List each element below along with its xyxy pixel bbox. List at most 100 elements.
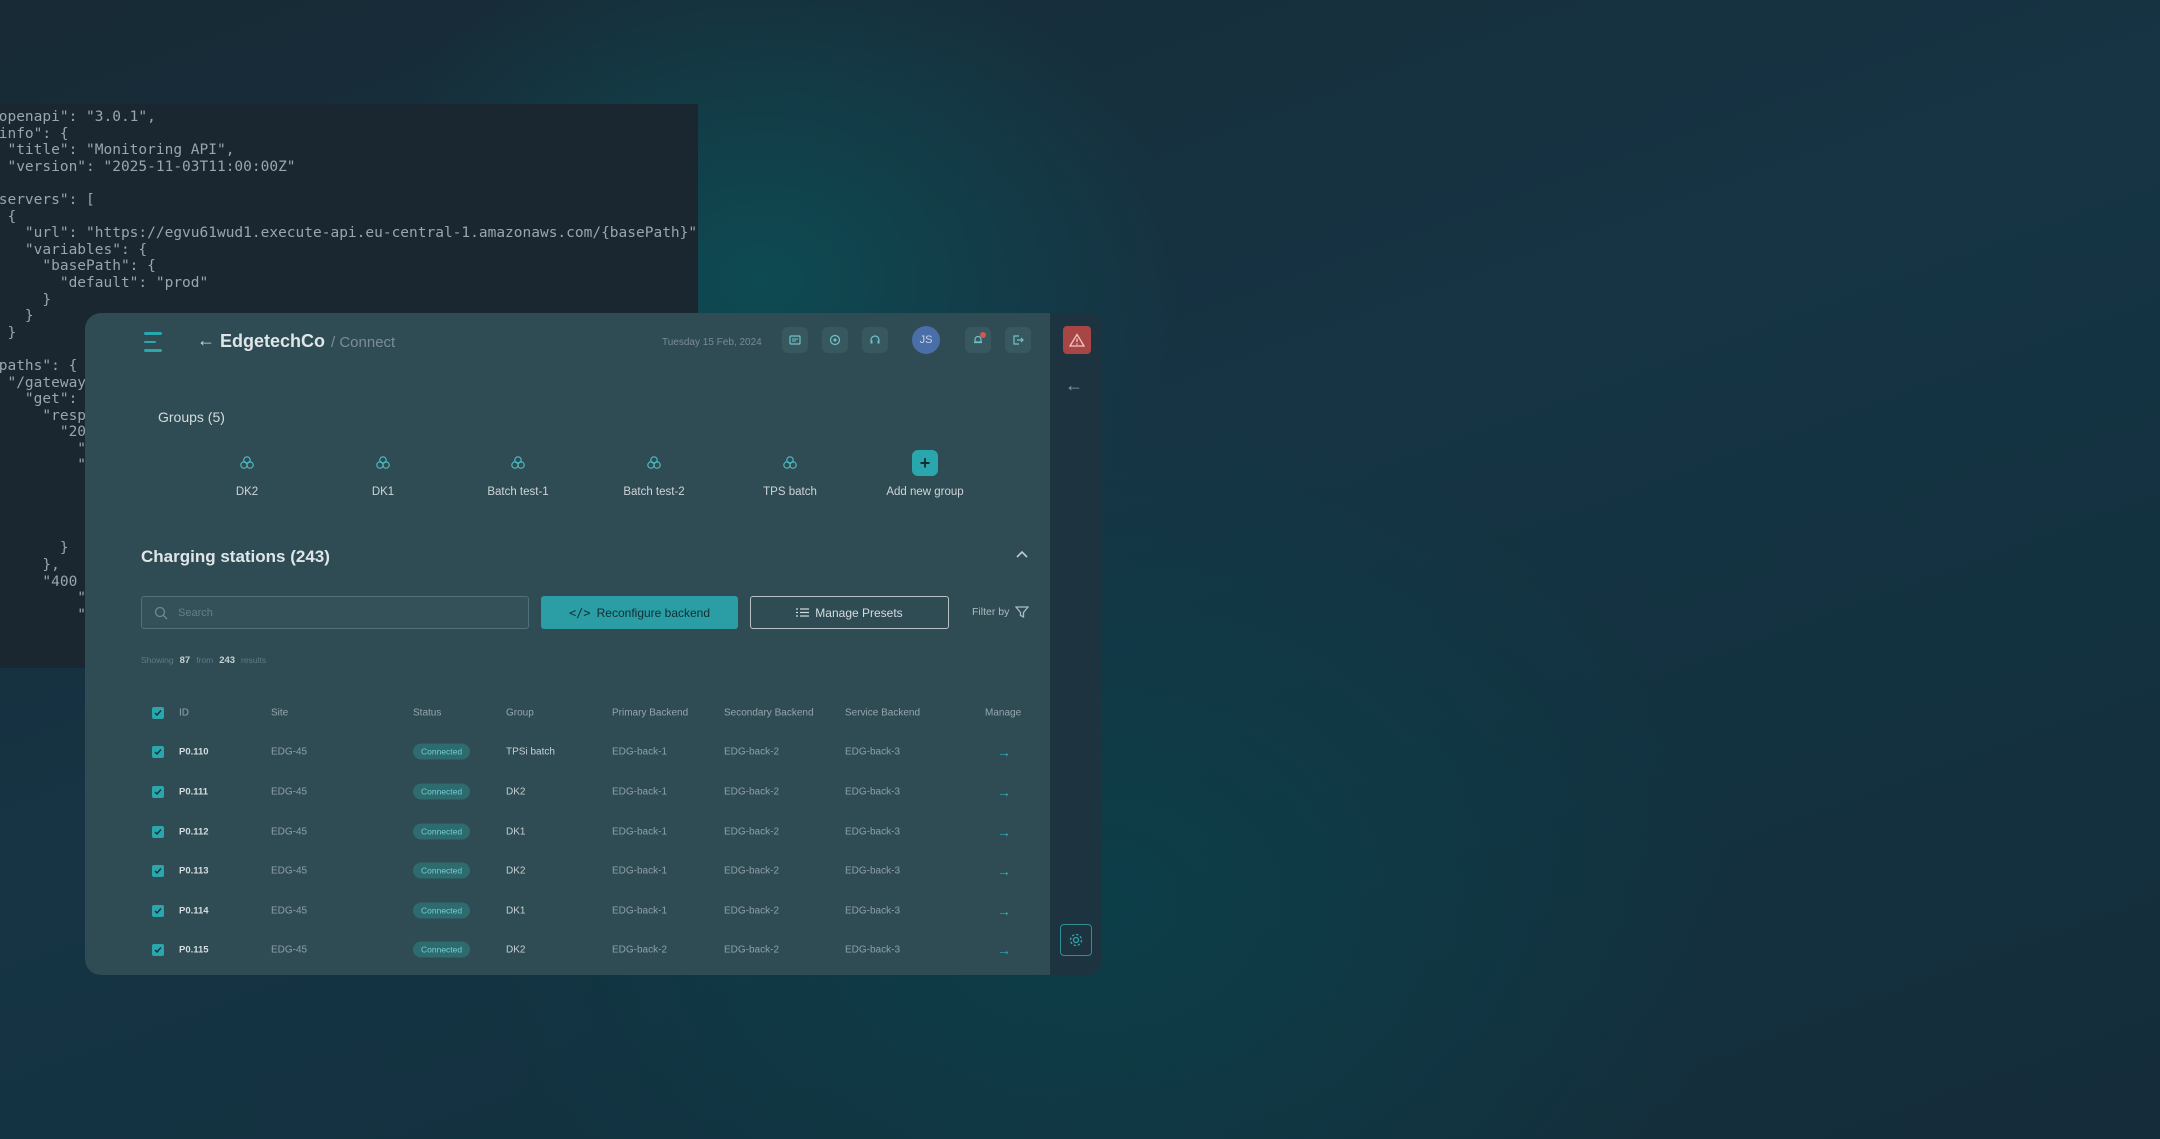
reconfigure-backend-button[interactable]: </> Reconfigure backend — [541, 596, 738, 629]
primary-backend: EDG-back-2 — [612, 944, 668, 956]
secondary-backend: EDG-back-2 — [724, 786, 780, 798]
header-secondary-backend[interactable]: Secondary Backend — [724, 707, 814, 718]
manage-arrow-icon[interactable]: → — [997, 942, 1011, 958]
group-label: DK2 — [235, 486, 259, 498]
search-input[interactable] — [176, 605, 510, 620]
row-checkbox[interactable] — [152, 785, 164, 798]
row-checkbox[interactable] — [152, 944, 164, 957]
primary-backend: EDG-back-1 — [612, 746, 668, 758]
status-badge: Connected — [413, 862, 471, 879]
station-group: DK2 — [506, 944, 526, 956]
manage-arrow-icon[interactable]: → — [997, 824, 1011, 840]
secondary-backend: EDG-back-2 — [724, 746, 780, 758]
table-row[interactable]: P0.110 EDG-45 Connected TPSi batch EDG-back-… — [141, 733, 1021, 773]
table-row[interactable]: P0.114 EDG-45 Connected DK1 EDG-back-1 EDG-ba… — [141, 891, 1021, 931]
target-icon[interactable] — [822, 327, 848, 353]
manage-arrow-icon[interactable]: → — [997, 863, 1011, 879]
station-id: P0.111 — [179, 786, 209, 798]
row-checkbox[interactable] — [152, 746, 164, 759]
results-summary: Showing 87 from 243 results — [141, 655, 266, 666]
service-backend: EDG-back-3 — [845, 944, 901, 956]
group-item[interactable]: DK1 — [323, 450, 443, 498]
status-badge: Connected — [413, 743, 471, 760]
back-arrow-icon[interactable]: ← — [197, 330, 215, 351]
status-badge-label: Connected — [413, 823, 471, 840]
table-row[interactable]: P0.115 EDG-45 Connected DK2 EDG-back-2 EDG-ba… — [141, 931, 1021, 971]
group-label: Batch test-1 — [487, 486, 549, 498]
station-group: DK1 — [506, 826, 526, 838]
showing-total: 243 — [219, 655, 236, 666]
group-icon — [641, 450, 667, 476]
row-checkbox[interactable] — [152, 825, 164, 838]
status-badge-label: Connected — [413, 862, 471, 879]
primary-backend: EDG-back-1 — [612, 786, 668, 798]
add-group-button[interactable]: + Add new group — [865, 450, 985, 498]
logout-icon[interactable] — [1005, 327, 1031, 353]
service-backend: EDG-back-3 — [845, 865, 901, 877]
row-checkbox[interactable] — [152, 865, 164, 878]
group-item[interactable]: DK2 — [187, 450, 307, 498]
manage-arrow-icon[interactable]: → — [997, 784, 1011, 800]
showing-count: 87 — [179, 655, 191, 666]
manage-arrow-icon[interactable]: → — [997, 903, 1011, 919]
header-service-backend[interactable]: Service Backend — [845, 707, 920, 718]
station-site: EDG-45 — [271, 826, 308, 838]
avatar[interactable]: JS — [912, 326, 940, 354]
search-icon — [154, 606, 168, 619]
station-site: EDG-45 — [271, 944, 308, 956]
list-icon — [796, 608, 810, 617]
table-row[interactable]: P0.111 EDG-45 Connected DK2 EDG-back-1 EDG-ba… — [141, 772, 1021, 812]
group-label: DK1 — [371, 486, 395, 498]
header-manage: Manage — [985, 707, 1022, 719]
filter-button[interactable]: Filter by — [972, 605, 1030, 619]
station-group: TPSi batch — [506, 746, 555, 758]
arrow-left-icon[interactable]: ← — [1065, 375, 1083, 396]
chevron-up-icon[interactable] — [1015, 546, 1029, 564]
service-backend: EDG-back-3 — [845, 746, 901, 758]
station-site: EDG-45 — [271, 746, 308, 758]
manage-presets-button[interactable]: Manage Presets — [750, 596, 949, 629]
status-badge-label: Connected — [413, 902, 471, 919]
group-item[interactable]: Batch test-2 — [594, 450, 714, 498]
status-badge-label: Connected — [413, 783, 471, 800]
table-row[interactable]: P0.112 EDG-45 Connected DK1 EDG-back-1 EDG-ba… — [141, 812, 1021, 852]
header-id[interactable]: ID — [179, 707, 189, 718]
select-all-checkbox[interactable] — [152, 706, 164, 719]
showing-prefix: Showing — [141, 655, 174, 665]
group-item[interactable]: TPS batch — [730, 450, 850, 498]
warning-triangle-icon[interactable] — [1063, 326, 1091, 354]
primary-backend: EDG-back-1 — [612, 865, 668, 877]
header-primary-backend[interactable]: Primary Backend — [612, 707, 688, 718]
side-rail: ← — [1050, 313, 1102, 975]
header-status[interactable]: Status — [413, 707, 441, 718]
notification-dot — [980, 332, 986, 338]
manage-arrow-icon[interactable]: → — [997, 744, 1011, 760]
plus-icon: + — [912, 450, 938, 476]
station-id: P0.114 — [179, 905, 209, 917]
table-row[interactable]: P0.113 EDG-45 Connected DK2 EDG-back-1 EDG-ba… — [141, 851, 1021, 891]
group-icon — [234, 450, 260, 476]
header-site[interactable]: Site — [271, 707, 288, 718]
group-icon — [370, 450, 396, 476]
message-icon[interactable] — [782, 327, 808, 353]
search-box[interactable] — [141, 596, 529, 629]
headset-icon[interactable] — [862, 327, 888, 353]
group-item[interactable]: Batch test-1 — [458, 450, 578, 498]
header-group[interactable]: Group — [506, 707, 534, 718]
station-site: EDG-45 — [271, 905, 308, 917]
status-badge: Connected — [413, 823, 471, 840]
gear-icon[interactable] — [1060, 924, 1092, 956]
table-header-row: ID Site Status Group Primary Backend Sec… — [141, 693, 1021, 733]
row-checkbox[interactable] — [152, 904, 164, 917]
stations-title: Charging stations (243) — [141, 547, 330, 566]
status-badge-label: Connected — [413, 941, 471, 958]
hamburger-icon[interactable] — [144, 332, 162, 358]
add-group-label: Add new group — [886, 486, 964, 498]
status-badge: Connected — [413, 941, 471, 958]
bell-icon[interactable] — [965, 327, 991, 353]
secondary-backend: EDG-back-2 — [724, 905, 780, 917]
station-group: DK1 — [506, 905, 526, 917]
secondary-backend: EDG-back-2 — [724, 826, 780, 838]
primary-backend: EDG-back-1 — [612, 826, 668, 838]
status-badge: Connected — [413, 902, 471, 919]
